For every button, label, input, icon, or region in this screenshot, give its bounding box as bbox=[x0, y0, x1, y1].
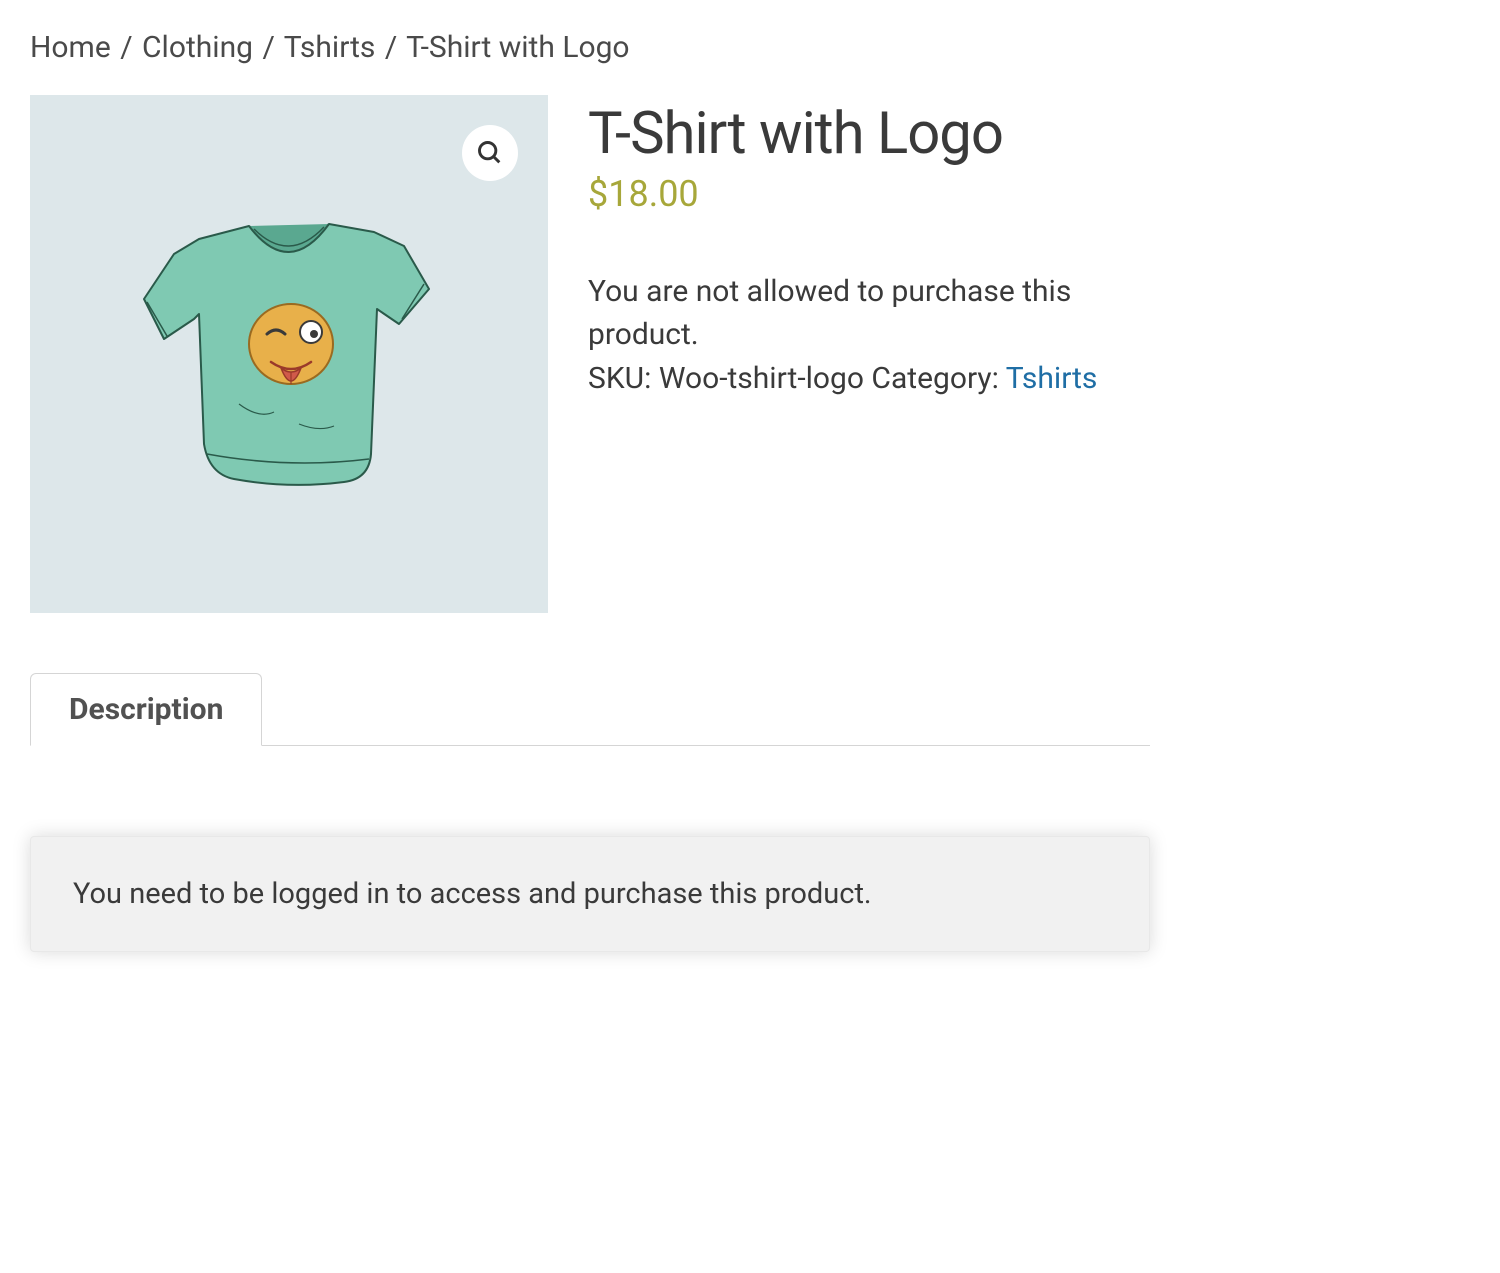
login-required-notice: You need to be logged in to access and p… bbox=[30, 836, 1150, 952]
tab-content-description: You need to be logged in to access and p… bbox=[30, 746, 1150, 952]
product-tabs: Description bbox=[30, 673, 1150, 746]
breadcrumb-home[interactable]: Home bbox=[30, 30, 111, 65]
breadcrumb-tshirts[interactable]: Tshirts bbox=[284, 30, 376, 65]
purchase-restriction-notice: You are not allowed to purchase this pro… bbox=[588, 270, 1150, 357]
breadcrumb: Home / Clothing / Tshirts / T-Shirt with… bbox=[30, 30, 1150, 65]
breadcrumb-clothing[interactable]: Clothing bbox=[142, 30, 253, 65]
breadcrumb-separator: / bbox=[120, 30, 132, 65]
product-summary: T-Shirt with Logo $18.00 You are not all… bbox=[588, 95, 1150, 613]
search-icon bbox=[476, 139, 504, 167]
breadcrumb-separator: / bbox=[262, 30, 274, 65]
sku-label: SKU: bbox=[588, 361, 651, 396]
product-price: $18.00 bbox=[588, 173, 1150, 215]
zoom-button[interactable] bbox=[462, 125, 518, 181]
sku-value: Woo-tshirt-logo bbox=[659, 361, 864, 396]
breadcrumb-current: T-Shirt with Logo bbox=[406, 30, 629, 65]
product-title: T-Shirt with Logo bbox=[588, 103, 1150, 167]
product-image-container bbox=[30, 95, 548, 613]
product-meta: SKU: Woo-tshirt-logo Category: Tshirts bbox=[588, 357, 1150, 401]
product-image[interactable] bbox=[119, 184, 459, 524]
product-main: T-Shirt with Logo $18.00 You are not all… bbox=[30, 95, 1150, 613]
category-link[interactable]: Tshirts bbox=[1006, 361, 1098, 396]
category-label: Category: bbox=[871, 361, 998, 396]
tab-description[interactable]: Description bbox=[30, 673, 262, 746]
breadcrumb-separator: / bbox=[385, 30, 397, 65]
